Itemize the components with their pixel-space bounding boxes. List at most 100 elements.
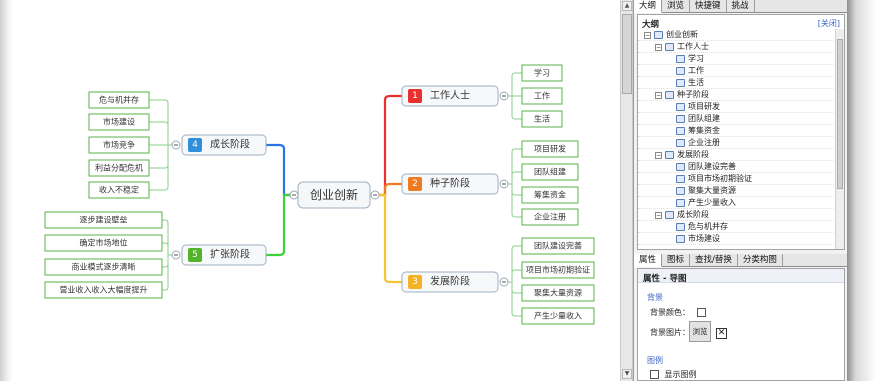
topic-node-icon — [676, 235, 685, 243]
tab-challenge[interactable]: 挑战 — [727, 0, 755, 13]
sub-topic-label: 危与机并存 — [99, 95, 139, 105]
outline-row[interactable]: 危与机并存 — [638, 221, 844, 233]
branch-line — [266, 193, 290, 257]
outline-row-label: 生活 — [688, 78, 704, 87]
outline-row[interactable]: 学习 — [638, 53, 844, 65]
collapse-toggle-icon[interactable]: − — [655, 92, 662, 99]
outline-close-link[interactable]: [关闭] — [818, 18, 840, 29]
sub-topic-label: 收入不稳定 — [99, 185, 139, 195]
tab-category-layout[interactable]: 分类构图 — [738, 254, 783, 267]
tab-icons[interactable]: 图标 — [662, 254, 691, 267]
scroll-down-arrow-icon[interactable]: ▼ — [622, 369, 632, 379]
side-panel: 大纲 浏览 快捷键 挑战 大纲 [关闭] − 创业创新 − 工作人士 学习 工作 生活 − 种子… — [633, 0, 848, 381]
branch-line — [379, 182, 402, 197]
topic-node-icon — [665, 211, 674, 219]
panel-tabs: 大纲 浏览 快捷键 挑战 — [634, 0, 848, 13]
sub-topic-label: 筹集资金 — [534, 190, 566, 200]
bg-color-swatch[interactable] — [696, 308, 706, 317]
main-topic-label: 成长阶段 — [210, 138, 250, 151]
sub-topic-label: 生活 — [534, 114, 550, 124]
outline-scroll-thumb[interactable] — [837, 39, 843, 189]
clear-image-icon[interactable]: ✕ — [716, 328, 727, 339]
topic-node-icon — [676, 199, 685, 207]
branch-line — [266, 143, 290, 197]
sub-branch-line — [162, 219, 176, 256]
outline-row[interactable]: 筹集资金 — [638, 125, 844, 137]
outline-row-label: 成长阶段 — [677, 210, 709, 219]
collapse-toggle-icon[interactable]: − — [655, 44, 662, 51]
browse-button[interactable]: 浏览 — [689, 321, 711, 342]
outline-row[interactable]: − 种子阶段 — [638, 89, 844, 101]
scroll-up-arrow-icon[interactable]: ▲ — [622, 1, 632, 11]
outline-row[interactable]: − 工作人士 — [638, 41, 844, 53]
section-background: 背景 — [647, 293, 663, 302]
branch-line — [379, 94, 402, 197]
outline-row[interactable]: 项目研发 — [638, 101, 844, 113]
section-legend: 图例 — [647, 356, 663, 365]
sub-topic-label: 市场建设 — [103, 117, 135, 127]
number-badge-label: 5 — [192, 250, 198, 260]
sub-branch-line — [504, 281, 522, 317]
outline-row[interactable]: 项目市场初期验证 — [638, 173, 844, 185]
sub-branch-line — [504, 245, 522, 283]
outline-row[interactable]: 团队组建 — [638, 113, 844, 125]
scroll-thumb[interactable] — [622, 14, 632, 94]
show-legend-label: 显示图例 — [664, 370, 697, 379]
collapse-toggle-icon[interactable]: − — [644, 32, 651, 39]
props-tabs: 属性 图标 查找/替换 分类构图 — [634, 254, 848, 267]
topic-node-icon — [654, 31, 663, 39]
outline-row[interactable]: 聚集大量资源 — [638, 185, 844, 197]
sub-branch-line — [149, 144, 176, 169]
bg-color-label: 背景颜色： — [650, 308, 690, 317]
outline-row-label: 项目市场初期验证 — [688, 174, 752, 183]
outline-row[interactable]: − 发展阶段 — [638, 149, 844, 161]
sub-topic-label: 确定市场地位 — [80, 238, 128, 248]
tab-properties[interactable]: 属性 — [634, 254, 663, 267]
outline-row[interactable]: − 成长阶段 — [638, 209, 844, 221]
tab-find-replace[interactable]: 查找/替换 — [690, 254, 738, 267]
outline-row-label: 团队建设完善 — [688, 162, 736, 171]
sub-topic-label: 项目市场初期验证 — [526, 265, 590, 275]
main-topic-label: 工作人士 — [430, 89, 470, 102]
outline-scrollbar[interactable] — [835, 29, 844, 249]
topic-node-icon — [676, 55, 685, 63]
outline-row[interactable]: 产生少量收入 — [638, 197, 844, 209]
tab-shortcuts[interactable]: 快捷键 — [690, 0, 727, 13]
topic-node-icon — [676, 163, 685, 171]
sub-branch-line — [504, 183, 522, 218]
outline-row[interactable]: 团队建设完善 — [638, 161, 844, 173]
outline-row[interactable]: 企业注册 — [638, 137, 844, 149]
outline-row-label: 筹集资金 — [688, 126, 720, 135]
sub-topic-label: 工作 — [534, 91, 550, 101]
collapse-toggle-icon[interactable]: − — [655, 152, 662, 159]
topic-node-icon — [676, 79, 685, 87]
number-badge-label: 4 — [192, 140, 198, 150]
sub-topic-label: 团队组建 — [534, 167, 566, 177]
tab-browse[interactable]: 浏览 — [662, 0, 691, 13]
mindmap-canvas[interactable]: 创业创新 1 工作人士 学习 工作 生活 2 种子阶段 项目研发 团队组建 筹集资金 企业注册 3 发展阶… — [12, 0, 620, 381]
show-legend-checkbox[interactable] — [650, 370, 659, 379]
sub-branch-line — [162, 254, 176, 291]
center-topic-label: 创业创新 — [310, 187, 358, 202]
sub-branch-line — [149, 121, 176, 146]
number-badge-label: 3 — [412, 277, 418, 287]
mindmap-diagram: 创业创新 1 工作人士 学习工作生活 2 种子阶段 项目研发团队组建筹集资金企业注册 3 发展阶… — [44, 64, 595, 325]
outline-row-label: 工作人士 — [677, 42, 709, 51]
topic-node-icon — [676, 67, 685, 75]
canvas-vertical-scrollbar[interactable]: ▲ ▼ — [620, 0, 633, 381]
outline-row[interactable]: − 创业创新 — [638, 29, 844, 41]
properties-panel: 属性 - 导图 背景 背景颜色： 背景图片： 浏览 ✕ 图例 显示图例 — [637, 268, 845, 381]
sub-topic-label: 学习 — [534, 68, 550, 78]
branch-line — [379, 193, 402, 284]
outline-row[interactable]: 市场建设 — [638, 233, 844, 245]
collapse-toggle-icon[interactable]: − — [655, 212, 662, 219]
sub-topic-label: 团队建设完善 — [534, 241, 582, 251]
bg-image-label: 背景图片： — [650, 328, 690, 337]
topic-node-icon — [676, 127, 685, 135]
outline-row[interactable]: 生活 — [638, 77, 844, 89]
sub-topic-label: 利益分配危机 — [95, 163, 143, 173]
outline-row[interactable]: 工作 — [638, 65, 844, 77]
properties-title: 属性 - 导图 — [638, 269, 844, 284]
tab-outline[interactable]: 大纲 — [634, 0, 663, 13]
outline-row-label: 产生少量收入 — [688, 198, 736, 207]
